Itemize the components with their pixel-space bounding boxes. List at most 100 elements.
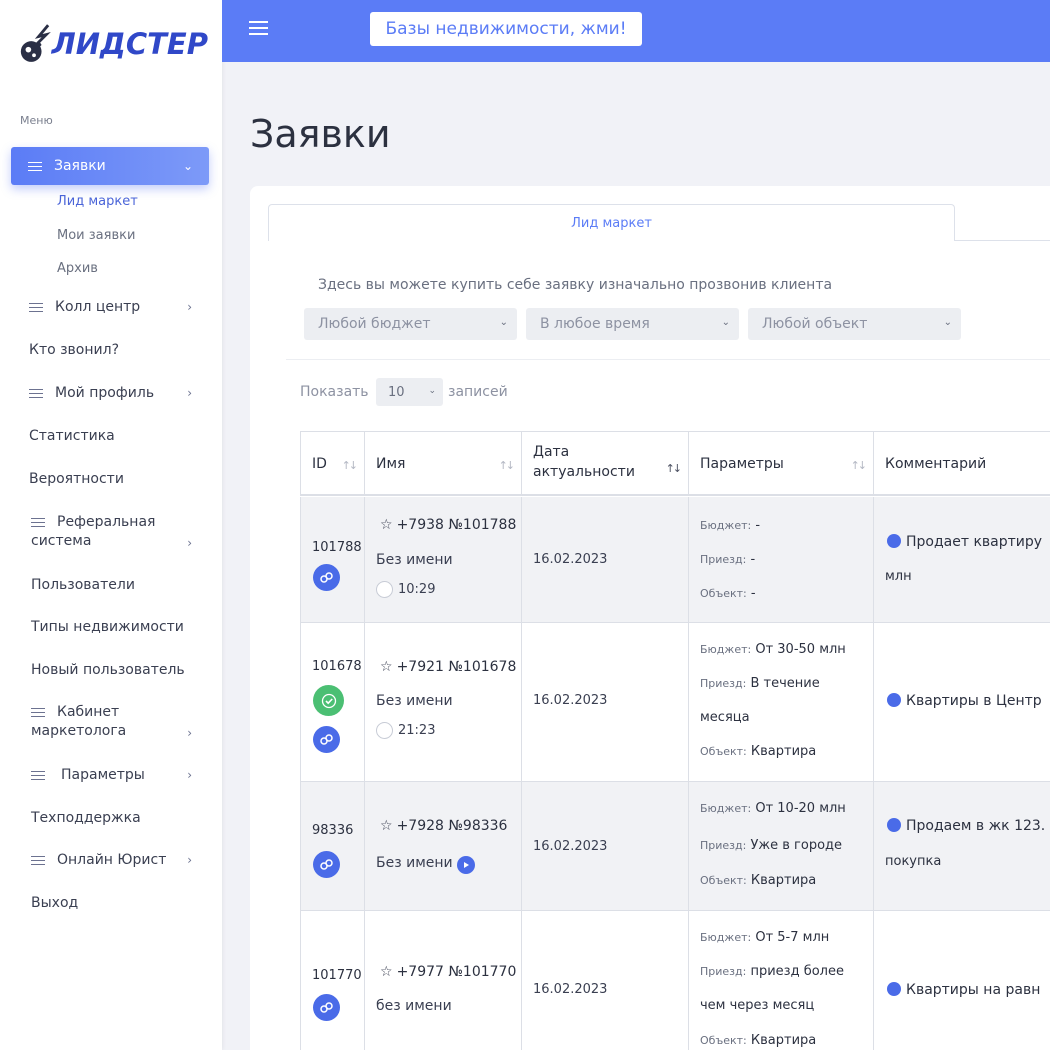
sidebar-item-marketer[interactable]: Кабинет маркетолога › [0, 704, 222, 744]
edit-icon[interactable] [887, 693, 901, 707]
comment: Квартиры в Центр [887, 693, 1042, 709]
request-id: 101770 [312, 968, 362, 983]
chevron-down-icon: ⌄ [182, 159, 193, 173]
play-recording-icon[interactable] [456, 856, 475, 874]
param-value: Квартира [750, 1033, 817, 1048]
column-header-date[interactable]: Дата актуальности ↑↓ [521, 432, 688, 496]
sidebar-subitem-archive[interactable]: Архив [57, 261, 98, 276]
sidebar-subitem-my-requests[interactable]: Мои заявки [57, 228, 135, 243]
hamburger-menu-icon[interactable] [249, 19, 269, 37]
sidebar-item-my-profile[interactable]: Мой профиль › [0, 385, 222, 401]
sidebar-item-label: Статистика [29, 428, 115, 444]
sidebar-item-probabilities[interactable]: Вероятности [0, 471, 222, 487]
column-header-name[interactable]: Имя ↑↓ [364, 432, 521, 496]
page-title: Заявки [250, 112, 391, 156]
sidebar-item-label: Мой профиль [55, 385, 155, 401]
param-value: приезд более [750, 964, 844, 979]
sidebar-item-property-types[interactable]: Типы недвижимости [0, 619, 222, 635]
chevron-right-icon: › [187, 386, 192, 400]
date-cell: 16.02.2023 [521, 782, 688, 910]
param-object: Объект: Квартира [700, 872, 870, 889]
column-header-comment[interactable]: Комментарий [873, 432, 1050, 496]
id-cell: 101788 [300, 497, 364, 622]
sidebar-item-label: Техподдержка [31, 810, 141, 826]
sidebar-item-users[interactable]: Пользователи [0, 577, 222, 593]
param-key: Объект: [700, 587, 747, 600]
star-icon[interactable]: ☆ [380, 517, 393, 533]
comment-cell: Квартиры в Центр [873, 623, 1050, 781]
star-icon[interactable]: ☆ [380, 818, 393, 834]
sidebar-item-label-line2: система [31, 533, 92, 549]
select-value: Любой бюджет [318, 316, 431, 332]
param-value: - [750, 586, 756, 601]
buy-request-button[interactable] [313, 726, 340, 753]
sidebar-item-label: Типы недвижимости [31, 619, 184, 635]
table-row[interactable]: 101770 ☆ +7977 №101770 без имени 16.02.20… [300, 911, 1050, 1050]
edit-icon[interactable] [887, 818, 901, 832]
param-move: Приезд: В течение [700, 675, 870, 692]
divider [286, 359, 1050, 360]
buy-request-button[interactable] [313, 851, 340, 878]
list-icon [31, 707, 45, 718]
table-row[interactable]: 101788 ☆ +7938 №101788 Без имени 10:29 16… [300, 497, 1050, 623]
page-size-select[interactable]: 10 ⌄ [376, 378, 443, 406]
column-header-params[interactable]: Параметры ↑↓ [688, 432, 873, 496]
star-icon[interactable]: ☆ [380, 964, 393, 980]
param-key: Объект: [700, 745, 747, 758]
relevance-date: 16.02.2023 [533, 693, 608, 708]
sidebar-item-label: Выход [31, 895, 79, 911]
real-estate-bases-button[interactable]: Базы недвижимости, жми! [370, 12, 642, 46]
buy-request-button[interactable] [313, 994, 340, 1021]
sidebar-item-label: Пользователи [31, 577, 135, 593]
sidebar-item-call-center[interactable]: Колл центр › [0, 299, 222, 315]
table-row[interactable]: 101678 ☆ +7921 №101678 Без имени 21:23 16… [300, 623, 1050, 782]
link-icon [320, 1002, 333, 1013]
sidebar-item-new-user[interactable]: Новый пользователь [0, 662, 222, 678]
sidebar-item-statistics[interactable]: Статистика [0, 428, 222, 444]
relevance-date: 16.02.2023 [533, 839, 608, 854]
table-row[interactable]: 98336 ☆ +7928 №98336 Без имени 16.02.2023… [300, 782, 1050, 911]
phone-number: ☆ +7921 №101678 [380, 659, 516, 675]
relevance-date: 16.02.2023 [533, 552, 608, 567]
time-filter-select[interactable]: В любое время ⌄ [526, 308, 739, 340]
sidebar-subitem-lead-market[interactable]: Лид маркет [57, 194, 138, 209]
object-filter-select[interactable]: Любой объект ⌄ [748, 308, 961, 340]
comment-line2: млн [885, 569, 912, 584]
phone-text: +7921 №101678 [396, 659, 517, 675]
param-budget: Бюджет: - [700, 517, 870, 534]
sidebar: ЛИДСТЕР Меню Заявки ⌄ Лид маркет Мои зая… [0, 0, 222, 1050]
sidebar-item-parameters[interactable]: Параметры › [0, 767, 222, 783]
buy-request-button[interactable] [313, 564, 340, 591]
phone-text: +7928 №98336 [396, 818, 508, 834]
name-cell: ☆ +7921 №101678 Без имени 21:23 [364, 623, 521, 781]
link-icon [320, 734, 333, 745]
param-value: Уже в городе [750, 838, 843, 853]
edit-icon[interactable] [887, 534, 901, 548]
chevron-down-icon: ⌄ [499, 317, 508, 328]
sidebar-item-requests[interactable]: Заявки ⌄ [11, 147, 209, 185]
param-value: - [755, 518, 761, 533]
sidebar-item-support[interactable]: Техподдержка [0, 810, 222, 826]
param-key: Бюджет: [700, 802, 752, 815]
link-icon [320, 859, 333, 870]
sidebar-item-logout[interactable]: Выход [0, 895, 222, 911]
param-key: Бюджет: [700, 519, 752, 532]
show-label: Показать [300, 384, 369, 400]
param-key: Бюджет: [700, 643, 752, 656]
brand-logo[interactable]: ЛИДСТЕР [18, 14, 208, 74]
sidebar-item-referral[interactable]: Реферальная система › [0, 514, 222, 554]
sidebar-item-who-called[interactable]: Кто звонил? [0, 342, 222, 358]
params-cell: Бюджет: От 30-50 млн Приезд: В течение м… [688, 623, 873, 781]
sidebar-item-label: Параметры [61, 767, 145, 783]
column-header-id[interactable]: ID ↑↓ [300, 432, 364, 496]
request-id: 101678 [312, 659, 362, 674]
edit-icon[interactable] [887, 982, 901, 996]
star-icon[interactable]: ☆ [380, 659, 393, 675]
param-key: Объект: [700, 874, 747, 887]
menu-caption: Меню [20, 114, 53, 127]
select-value: 10 [388, 384, 405, 400]
tab-lead-market[interactable]: Лид маркет [268, 204, 955, 241]
check-icon [321, 693, 336, 708]
sidebar-item-online-lawyer[interactable]: Онлайн Юрист › [0, 852, 222, 868]
budget-filter-select[interactable]: Любой бюджет ⌄ [304, 308, 517, 340]
